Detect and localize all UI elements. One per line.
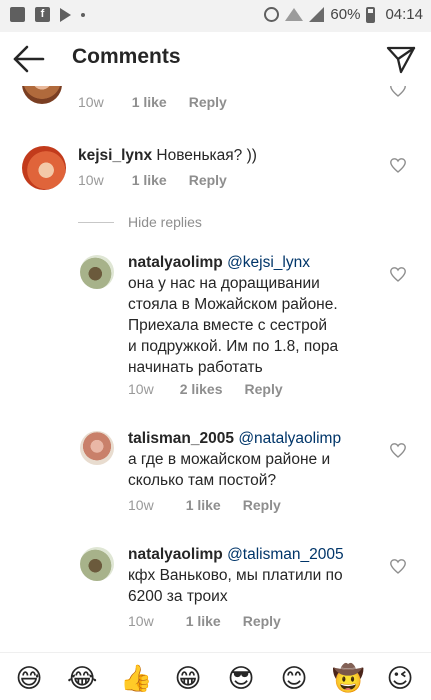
avatar[interactable] (22, 146, 66, 190)
paper-plane-icon (386, 46, 416, 74)
emoji-blush[interactable]: 😊 (279, 663, 309, 693)
emoji-grin[interactable]: 😁 (173, 663, 203, 693)
avatar[interactable] (22, 86, 62, 104)
comment-time: 10w (128, 381, 154, 397)
comment-username[interactable]: talisman_2005 (128, 430, 234, 447)
comment-line: начинать работать (128, 359, 263, 376)
emoji-sweat-smile[interactable]: 😅 (14, 663, 44, 693)
like-heart-icon[interactable] (390, 267, 406, 282)
comment-username[interactable]: natalyaolimp (128, 546, 223, 563)
emoji-cowboy[interactable]: 🤠 (332, 663, 364, 693)
divider (78, 221, 114, 223)
comment-username[interactable]: natalyaolimp (128, 254, 223, 271)
system-icons: 60% 04:14 (264, 6, 423, 23)
notification-icons: f (10, 7, 85, 22)
comment-line: и подружкой. Им по 1.8, пора (128, 338, 339, 355)
reply-button[interactable]: Reply (243, 497, 281, 513)
emoji-wink[interactable]: 😉 (385, 663, 415, 693)
reply-button[interactable]: Reply (189, 172, 227, 188)
emoji-quick-bar: 😅 😂 👍 😁 😎 😊 🤠 😉 (0, 652, 431, 700)
comment-body: natalyaolimp @kejsi_lynx она у нас на до… (128, 252, 338, 378)
signal-icon (309, 7, 325, 22)
comments-list[interactable]: 10w 1 like Reply kejsi_lynx Новенькая? )… (0, 86, 431, 646)
like-heart-icon[interactable] (390, 158, 406, 173)
comment-line: стояла в Можайском районе. (128, 296, 338, 313)
comment-line: кфх Ваньково, мы платили по (128, 567, 343, 584)
likes-count[interactable]: 1 like (132, 172, 167, 188)
back-arrow-icon (13, 45, 45, 73)
comment-username[interactable]: kejsi_lynx (78, 147, 152, 164)
likes-count[interactable]: 1 like (186, 613, 221, 629)
comment-body: talisman_2005 @natalyaolimp а где в можа… (128, 428, 341, 491)
comment-line: 6200 за троих (128, 588, 228, 605)
facebook-icon: f (35, 7, 50, 22)
comment-line: она у нас на доращивании (128, 275, 320, 292)
comment-body: natalyaolimp @talisman_2005 кфх Ваньково… (128, 544, 344, 607)
status-bar: f 60% 04:14 (0, 0, 431, 32)
comment-line: сколько там постой? (128, 472, 277, 489)
avatar[interactable] (80, 547, 114, 581)
hide-replies-toggle[interactable]: Hide replies (78, 214, 202, 230)
emoji-sunglasses[interactable]: 😎 (226, 663, 256, 693)
like-heart-icon[interactable] (390, 443, 406, 458)
comment-time: 10w (78, 172, 104, 188)
comment-meta: 10w 1 like Reply (128, 613, 281, 629)
comment-meta: 10w 1 like Reply (78, 172, 227, 188)
comment-meta: 10w 1 like Reply (128, 497, 281, 513)
reply-button[interactable]: Reply (243, 613, 281, 629)
direct-message-button[interactable] (385, 43, 417, 75)
back-button[interactable] (12, 44, 46, 74)
comment-time: 10w (128, 497, 154, 513)
alarm-icon (264, 7, 280, 22)
mention-link[interactable]: @talisman_2005 (227, 546, 344, 563)
app-header: Comments (0, 32, 431, 86)
comment-meta: 10w 2 likes Reply (128, 381, 283, 397)
more-notifications-icon (81, 12, 85, 17)
mention-link[interactable]: @natalyaolimp (238, 430, 341, 447)
wifi-icon (285, 8, 304, 21)
avatar[interactable] (80, 255, 114, 289)
gallery-icon (10, 7, 25, 22)
play-store-icon (60, 7, 71, 22)
avatar[interactable] (80, 431, 114, 465)
hide-replies-label: Hide replies (128, 214, 202, 230)
reply-button[interactable]: Reply (189, 94, 227, 110)
comment-time: 10w (78, 94, 104, 110)
comment-text: Новенькая? )) (156, 147, 257, 164)
comment-time: 10w (128, 613, 154, 629)
comment-meta: 10w 1 like Reply (78, 94, 227, 110)
like-heart-icon[interactable] (390, 86, 406, 97)
clock: 04:14 (385, 6, 423, 23)
comment-body: kejsi_lynx Новенькая? )) (78, 145, 257, 166)
comment-line: а где в можайском районе и (128, 451, 331, 468)
likes-count[interactable]: 2 likes (180, 381, 223, 397)
reply-button[interactable]: Reply (245, 381, 283, 397)
battery-percent: 60% (330, 6, 361, 23)
like-heart-icon[interactable] (390, 559, 406, 574)
mention-link[interactable]: @kejsi_lynx (227, 254, 310, 271)
likes-count[interactable]: 1 like (132, 94, 167, 110)
battery-icon (366, 6, 376, 23)
emoji-joy[interactable]: 😂 (67, 663, 97, 693)
likes-count[interactable]: 1 like (186, 497, 221, 513)
page-title: Comments (72, 45, 181, 68)
emoji-thumbs-up[interactable]: 👍 (120, 663, 152, 693)
comment-line: Приехала вместе с сестрой (128, 317, 327, 334)
